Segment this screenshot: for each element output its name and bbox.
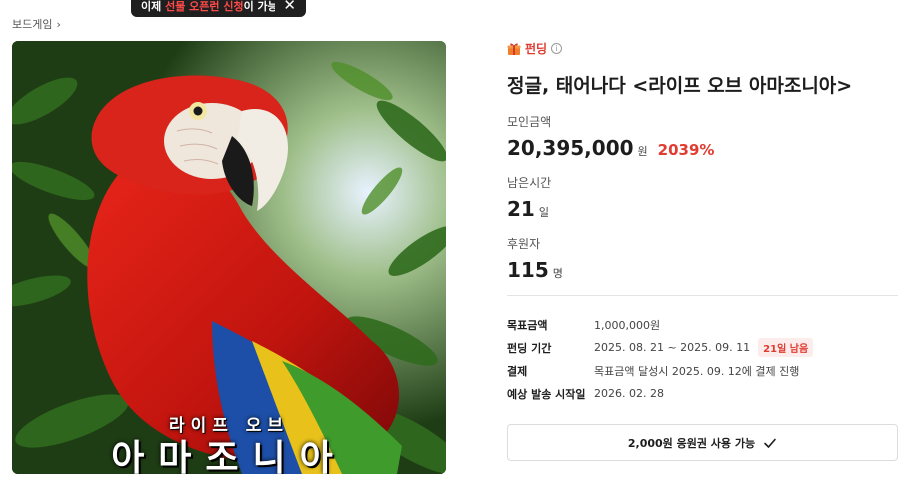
category-label: 펀딩 xyxy=(525,42,548,56)
detail-label: 예상 발송 시작일 xyxy=(507,387,586,401)
check-icon xyxy=(764,438,776,448)
coupon-button[interactable]: 2,000원 응원권 사용 가능 xyxy=(507,424,898,461)
stat-amount-percent: 2039% xyxy=(657,141,715,159)
stat-backers-value: 115 xyxy=(507,258,549,282)
info-icon[interactable]: i xyxy=(551,43,563,54)
toast-suffix: 이 가능해요! xyxy=(243,0,276,13)
divider xyxy=(507,295,898,296)
stat-backers-unit: 명 xyxy=(552,267,563,280)
stat-amount-unit: 원 xyxy=(637,145,648,158)
macaw-illustration xyxy=(12,41,446,474)
stat-amount: 모인금액 20,395,000 원 2039% xyxy=(507,113,714,160)
detail-label: 결제 xyxy=(507,364,528,378)
detail-row-payment: 결제 목표금액 달성시 2025. 09. 12에 결제 진행 xyxy=(507,359,898,382)
product-title: 정글, 태어나다 <라이프 오브 아마조니아> xyxy=(507,75,853,97)
stat-time-label: 남은시간 xyxy=(507,176,552,190)
stat-backers-label: 후원자 xyxy=(507,237,541,251)
days-left-badge: 21일 남음 xyxy=(758,338,814,357)
stat-amount-value: 20,395,000 xyxy=(507,136,634,160)
period-range: 2025. 08. 21 ~ 2025. 09. 11 xyxy=(594,341,751,354)
product-cover-image: 라이프 오브 아마조니아 xyxy=(12,41,446,474)
notification-toast: 이제 선물 오픈런 신청이 가능해요! ✕ xyxy=(131,0,306,17)
close-icon[interactable]: ✕ xyxy=(283,0,296,13)
toast-message: 이제 선물 오픈런 신청이 가능해요! xyxy=(141,0,275,14)
stat-amount-label: 모인금액 xyxy=(507,115,552,129)
funding-details: 목표금액 1,000,000원 펀딩 기간 2025. 08. 21 ~ 202… xyxy=(507,313,898,405)
stat-time: 남은시간 21 일 xyxy=(507,174,551,221)
cover-title: 아마조니아 xyxy=(111,438,347,474)
toast-highlight: 선물 오픈런 신청 xyxy=(165,0,244,13)
detail-value: 2025. 08. 21 ~ 2025. 09. 11 21일 남음 xyxy=(594,338,814,357)
chevron-right-icon: › xyxy=(56,17,61,31)
detail-row-period: 펀딩 기간 2025. 08. 21 ~ 2025. 09. 11 21일 남음 xyxy=(507,336,898,359)
stat-time-value: 21 xyxy=(507,197,535,221)
stat-time-unit: 일 xyxy=(538,206,549,219)
breadcrumb-label[interactable]: 보드게임 xyxy=(12,16,52,32)
detail-label: 펀딩 기간 xyxy=(507,341,552,355)
detail-value: 목표금액 달성시 2025. 09. 12에 결제 진행 xyxy=(594,364,800,378)
detail-row-goal: 목표금액 1,000,000원 xyxy=(507,313,898,336)
gift-icon xyxy=(507,43,521,55)
breadcrumb[interactable]: 보드게임 › xyxy=(12,16,61,32)
detail-value: 2026. 02. 28 xyxy=(594,387,664,400)
toast-prefix: 이제 xyxy=(141,0,166,13)
product-info-panel: 펀딩 i 정글, 태어나다 <라이프 오브 아마조니아> 모인금액 20,395… xyxy=(507,40,898,461)
stat-backers: 후원자 115 명 xyxy=(507,235,563,282)
detail-row-shipping: 예상 발송 시작일 2026. 02. 28 xyxy=(507,382,898,405)
detail-value: 1,000,000원 xyxy=(594,318,661,332)
coupon-label: 2,000원 응원권 사용 가능 xyxy=(627,436,756,450)
category-row: 펀딩 i xyxy=(507,40,898,57)
detail-label: 목표금액 xyxy=(507,318,548,332)
